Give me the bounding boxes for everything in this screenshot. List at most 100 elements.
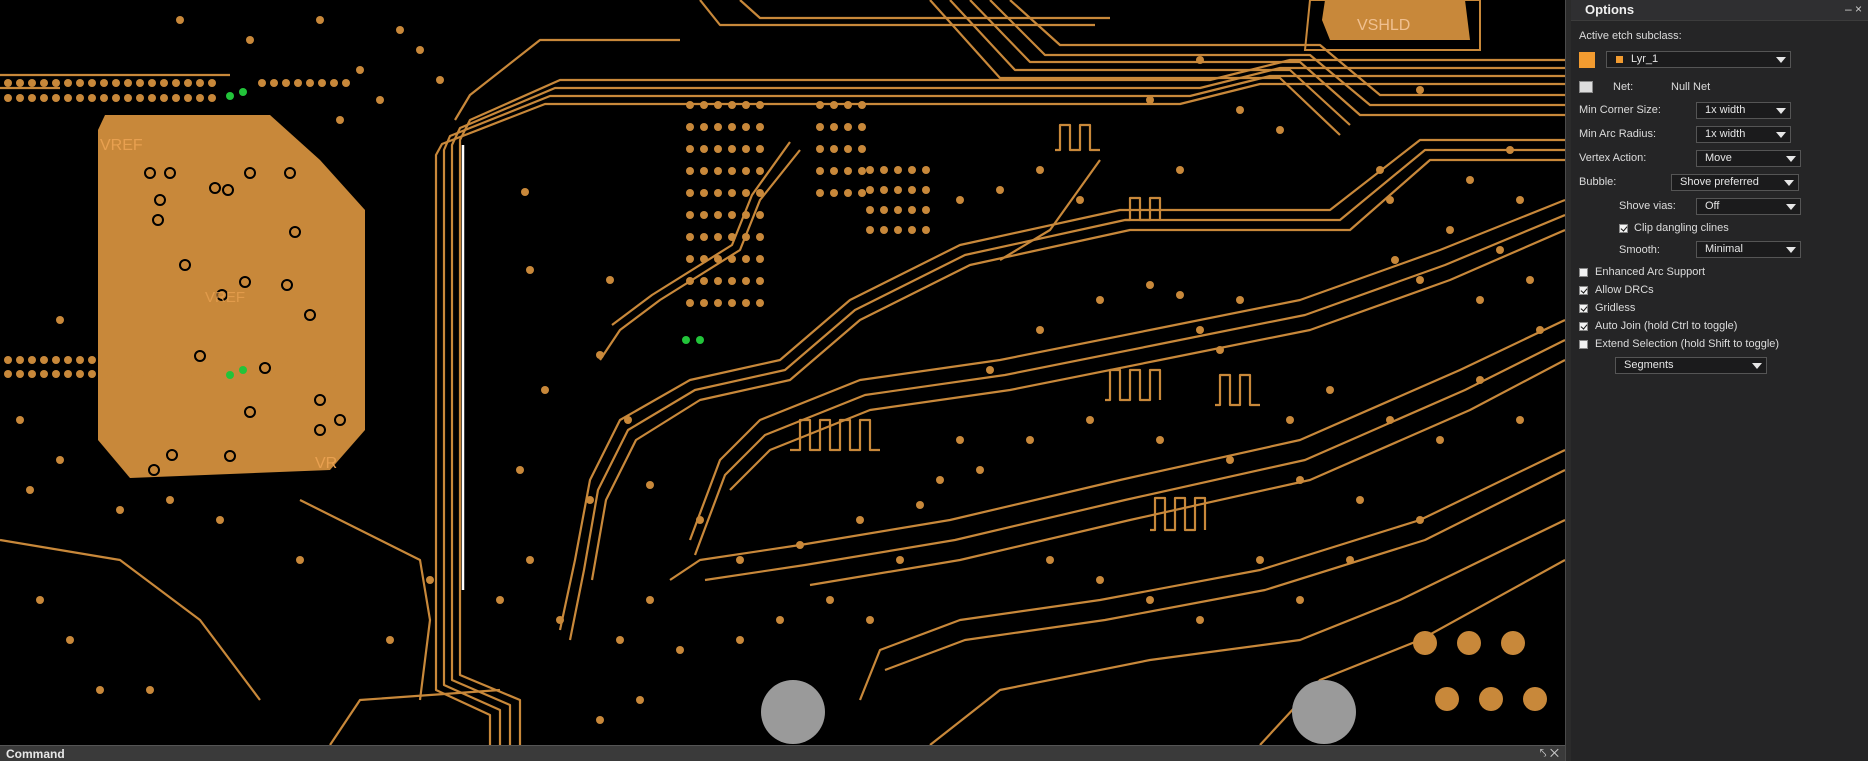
via[interactable] <box>686 101 694 109</box>
via[interactable] <box>64 79 72 87</box>
via[interactable] <box>996 186 1004 194</box>
via[interactable] <box>714 123 722 131</box>
via[interactable] <box>52 370 60 378</box>
via[interactable] <box>64 370 72 378</box>
via[interactable] <box>52 94 60 102</box>
via[interactable] <box>116 506 124 514</box>
via[interactable] <box>728 255 736 263</box>
via[interactable] <box>304 370 312 378</box>
via[interactable] <box>742 145 750 153</box>
via[interactable] <box>208 370 216 378</box>
min-corner-dropdown[interactable]: 1x width <box>1696 102 1791 119</box>
via[interactable] <box>124 94 132 102</box>
etch-subclass-dropdown[interactable]: Lyr_1 <box>1606 51 1791 68</box>
green-via[interactable] <box>696 336 704 344</box>
via[interactable] <box>296 556 304 564</box>
via[interactable] <box>830 167 838 175</box>
via[interactable] <box>556 616 564 624</box>
via[interactable] <box>1416 86 1424 94</box>
via[interactable] <box>844 101 852 109</box>
via[interactable] <box>52 356 60 364</box>
via[interactable] <box>160 356 168 364</box>
via[interactable] <box>166 496 174 504</box>
via[interactable] <box>96 686 104 694</box>
via[interactable] <box>124 356 132 364</box>
via[interactable] <box>908 186 916 194</box>
via[interactable] <box>866 206 874 214</box>
via[interactable] <box>714 189 722 197</box>
via[interactable] <box>336 116 344 124</box>
via[interactable] <box>700 211 708 219</box>
via[interactable] <box>1476 296 1484 304</box>
via[interactable] <box>416 46 424 54</box>
via[interactable] <box>830 101 838 109</box>
via[interactable] <box>866 186 874 194</box>
via[interactable] <box>844 123 852 131</box>
via[interactable] <box>136 370 144 378</box>
via[interactable] <box>1286 416 1294 424</box>
via[interactable] <box>1416 516 1424 524</box>
via[interactable] <box>100 94 108 102</box>
via[interactable] <box>586 496 594 504</box>
via[interactable] <box>1216 346 1224 354</box>
via[interactable] <box>646 481 654 489</box>
via[interactable] <box>1436 436 1444 444</box>
mounting-pad[interactable] <box>761 680 825 744</box>
via[interactable] <box>714 233 722 241</box>
via[interactable] <box>4 79 12 87</box>
via[interactable] <box>268 356 276 364</box>
via[interactable] <box>844 145 852 153</box>
via[interactable] <box>246 36 254 44</box>
via[interactable] <box>816 189 824 197</box>
via[interactable] <box>1096 296 1104 304</box>
via[interactable] <box>714 299 722 307</box>
via[interactable] <box>28 356 36 364</box>
via[interactable] <box>1276 126 1284 134</box>
auto-join-checkbox[interactable] <box>1579 322 1588 331</box>
via[interactable] <box>880 186 888 194</box>
via[interactable] <box>208 94 216 102</box>
via[interactable] <box>894 186 902 194</box>
via[interactable] <box>316 356 324 364</box>
via[interactable] <box>56 316 64 324</box>
via[interactable] <box>184 370 192 378</box>
via[interactable] <box>742 211 750 219</box>
via[interactable] <box>916 501 924 509</box>
via[interactable] <box>742 255 750 263</box>
via[interactable] <box>856 516 864 524</box>
via[interactable] <box>816 123 824 131</box>
trace[interactable] <box>989 0 1565 107</box>
via[interactable] <box>208 79 216 87</box>
copper-pad[interactable] <box>1457 631 1481 655</box>
via[interactable] <box>66 636 74 644</box>
via[interactable] <box>700 145 708 153</box>
trace[interactable] <box>739 0 1110 20</box>
via[interactable] <box>956 196 964 204</box>
via[interactable] <box>894 206 902 214</box>
via[interactable] <box>686 299 694 307</box>
via[interactable] <box>88 94 96 102</box>
via[interactable] <box>1506 146 1514 154</box>
via[interactable] <box>196 79 204 87</box>
via[interactable] <box>742 299 750 307</box>
via[interactable] <box>858 167 866 175</box>
extend-selection-checkbox[interactable] <box>1579 340 1588 349</box>
via[interactable] <box>64 356 72 364</box>
via[interactable] <box>16 370 24 378</box>
via[interactable] <box>1236 296 1244 304</box>
via[interactable] <box>64 94 72 102</box>
via[interactable] <box>830 145 838 153</box>
via[interactable] <box>830 123 838 131</box>
via[interactable] <box>686 233 694 241</box>
via[interactable] <box>1516 416 1524 424</box>
via[interactable] <box>616 636 624 644</box>
trace[interactable] <box>699 0 1095 27</box>
via[interactable] <box>1536 326 1544 334</box>
serpentine-trace[interactable] <box>1215 373 1260 407</box>
via[interactable] <box>316 370 324 378</box>
via[interactable] <box>216 516 224 524</box>
via[interactable] <box>606 276 614 284</box>
via[interactable] <box>76 79 84 87</box>
via[interactable] <box>1146 96 1154 104</box>
extend-mode-dropdown[interactable]: Segments <box>1615 357 1767 374</box>
